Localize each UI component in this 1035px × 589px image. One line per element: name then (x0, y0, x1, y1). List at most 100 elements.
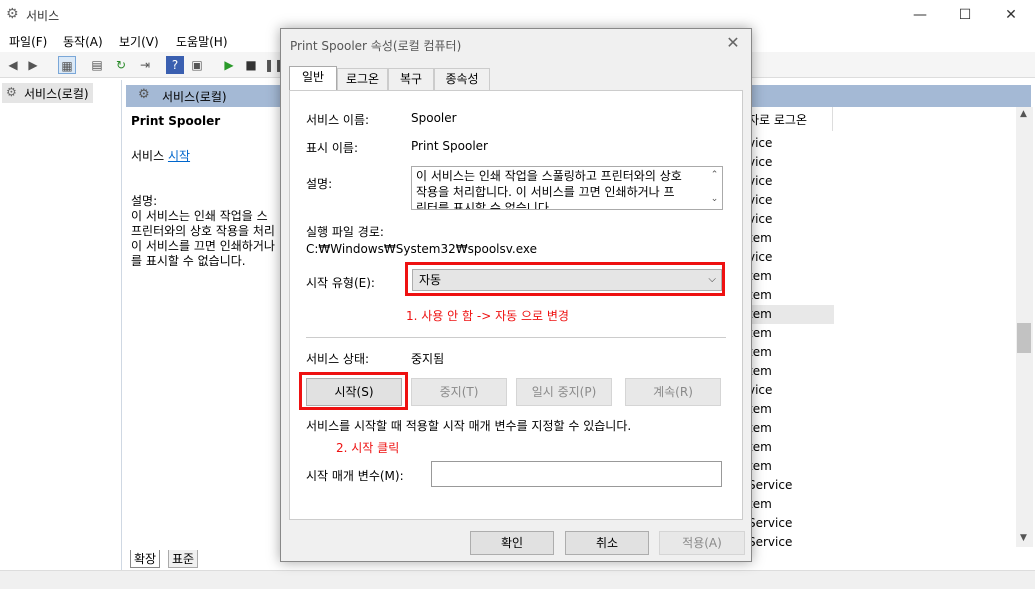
scroll-down-icon[interactable]: ▼ (1020, 533, 1027, 543)
stop-button[interactable]: 중지(T) (411, 378, 507, 406)
exe-path-label: 실행 파일 경로: (306, 225, 384, 239)
list-item[interactable]: vice (748, 210, 834, 229)
resume-button[interactable]: 계속(R) (625, 378, 721, 406)
pause-button[interactable]: 일시 중지(P) (516, 378, 612, 406)
stop-icon[interactable]: ■ (242, 56, 260, 74)
display-name-label: 표시 이름: (306, 141, 359, 155)
status-bar (0, 570, 1035, 589)
tab-general[interactable]: 일반 (289, 66, 337, 91)
properties-icon[interactable]: ▤ (88, 56, 106, 74)
back-icon[interactable]: ◀ (4, 56, 22, 74)
service-name-label: 서비스 이름: (306, 113, 370, 127)
list-item[interactable]: Service (748, 514, 834, 533)
tab-dependencies[interactable]: 종속성 (434, 68, 490, 90)
ok-button[interactable]: 확인 (470, 531, 554, 555)
list-item[interactable]: tem (748, 495, 834, 514)
maximize-button[interactable]: ☐ (942, 0, 988, 30)
services-gear-icon: ⚙ (6, 6, 19, 22)
column-divider (832, 107, 833, 131)
list-item[interactable]: tem (748, 400, 834, 419)
start-prefix: 서비스 (131, 149, 165, 163)
list-item[interactable]: tem (748, 305, 834, 324)
list-item[interactable]: tem (748, 362, 834, 381)
general-panel: 서비스 이름: Spooler 표시 이름: Print Spooler 설명:… (289, 90, 743, 520)
window-title: 서비스 (26, 9, 60, 23)
tree-item-label: 서비스(로컬) (24, 87, 89, 101)
export-icon[interactable]: ⇥ (136, 56, 154, 74)
highlight-box-start (299, 372, 408, 410)
forward-icon[interactable]: ▶ (24, 56, 42, 74)
scroll-thumb[interactable] (1017, 323, 1031, 353)
title-bar: ⚙ 서비스 — ☐ ✕ (0, 0, 1035, 30)
separator (306, 337, 726, 338)
list-item[interactable]: vice (748, 381, 834, 400)
play-icon[interactable]: ▶ (220, 56, 238, 74)
list-item[interactable]: vice (748, 153, 834, 172)
list-item[interactable]: tem (748, 438, 834, 457)
menu-help[interactable]: 도움말(H) (176, 33, 228, 50)
list-item[interactable]: tem (748, 267, 834, 286)
cancel-button[interactable]: 취소 (565, 531, 649, 555)
start-params-label: 시작 매개 변수(M): (306, 469, 404, 483)
annotation-step-1: 1. 사용 안 함 -> 자동 으로 변경 (406, 309, 569, 323)
list-item[interactable]: vice (748, 248, 834, 267)
tab-recovery[interactable]: 복구 (388, 68, 434, 90)
description-line: 작용을 처리합니다. 이 서비스를 끄면 인쇄하거나 프 (416, 185, 675, 199)
dialog-title: Print Spooler 속성(로컬 컴퓨터) (290, 39, 462, 53)
start-line: 서비스 시작 (131, 147, 286, 164)
tab-extended[interactable]: 확장 (130, 550, 161, 568)
annotation-step-2: 2. 시작 클릭 (336, 441, 400, 455)
apply-button[interactable]: 적용(A) (659, 531, 745, 555)
tab-standard[interactable]: 표준 (168, 550, 199, 568)
description-scrollbar[interactable]: ⌃ ⌄ (707, 167, 722, 209)
list-item[interactable]: tem (748, 457, 834, 476)
list-item[interactable]: vice (748, 191, 834, 210)
list-item[interactable]: tem (748, 419, 834, 438)
show-tree-icon[interactable]: ▦ (58, 56, 76, 74)
services-gear-icon: ⚙ (138, 87, 150, 102)
status-value: 중지됨 (411, 352, 445, 366)
description-pane: Print Spooler 서비스 시작 설명: 이 서비스는 인쇄 작업을 스… (126, 107, 286, 547)
scroll-down-icon[interactable]: ⌄ (707, 191, 722, 207)
list-item[interactable]: tem (748, 286, 834, 305)
list-item[interactable]: tem (748, 324, 834, 343)
start-params-input[interactable] (431, 461, 722, 487)
close-button[interactable]: ✕ (988, 0, 1034, 30)
start-link[interactable]: 시작 (168, 149, 190, 163)
services-header-label: 서비스(로컬) (162, 90, 227, 104)
list-item[interactable]: Service (748, 476, 834, 495)
list-item[interactable]: tem (748, 229, 834, 248)
exe-path-value: C:₩Windows₩System32₩spoolsv.exe (306, 242, 538, 256)
menu-file[interactable]: 파일(F) (9, 33, 47, 50)
status-label: 서비스 상태: (306, 352, 370, 366)
column-header-logon[interactable]: 자로 로그온 (748, 111, 807, 128)
services-list: 자로 로그온 vice vice vice vice vice tem vice tem tem… (748, 107, 1016, 549)
start-params-hint: 서비스를 시작할 때 적용할 시작 매개 변수를 지정할 수 있습니다. (306, 419, 632, 433)
minimize-button[interactable]: — (897, 0, 943, 30)
tab-logon[interactable]: 로그온 (337, 68, 388, 90)
scroll-up-icon[interactable]: ⌃ (707, 167, 722, 183)
list-item[interactable]: vice (748, 134, 834, 153)
dialog-close-button[interactable]: ✕ (723, 33, 743, 52)
menu-action[interactable]: 동작(A) (63, 33, 103, 50)
display-name-value: Print Spooler (411, 139, 488, 153)
list-item[interactable]: Service (748, 533, 834, 552)
startup-type-label: 시작 유형(E): (306, 276, 375, 290)
highlight-box-startup (405, 262, 725, 296)
description-line: 린터를 표시할 수 없습니다. (416, 201, 553, 210)
service-name-value: Spooler (411, 111, 457, 125)
properties-dialog: Print Spooler 속성(로컬 컴퓨터) ✕ 일반 로그온 복구 종속성… (280, 28, 752, 562)
description-textbox[interactable]: 이 서비스는 인쇄 작업을 스풀링하고 프린터와의 상호 작용을 처리합니다. … (411, 166, 723, 210)
refresh-icon[interactable]: ↻ (112, 56, 130, 74)
tree-item-local-services[interactable]: ⚙ 서비스(로컬) (2, 83, 93, 103)
service-name-heading: Print Spooler (131, 114, 221, 128)
help-icon[interactable]: ? (166, 56, 184, 74)
scroll-up-icon[interactable]: ▲ (1020, 109, 1027, 119)
desc-line: 를 표시할 수 없습니다. (131, 254, 246, 268)
list-item[interactable]: tem (748, 343, 834, 362)
console-icon[interactable]: ▣ (188, 56, 206, 74)
description-line: 이 서비스는 인쇄 작업을 스풀링하고 프린터와의 상호 (416, 169, 682, 183)
menu-view[interactable]: 보기(V) (119, 33, 159, 50)
list-item[interactable]: vice (748, 172, 834, 191)
services-gear-icon: ⚙ (6, 85, 17, 99)
